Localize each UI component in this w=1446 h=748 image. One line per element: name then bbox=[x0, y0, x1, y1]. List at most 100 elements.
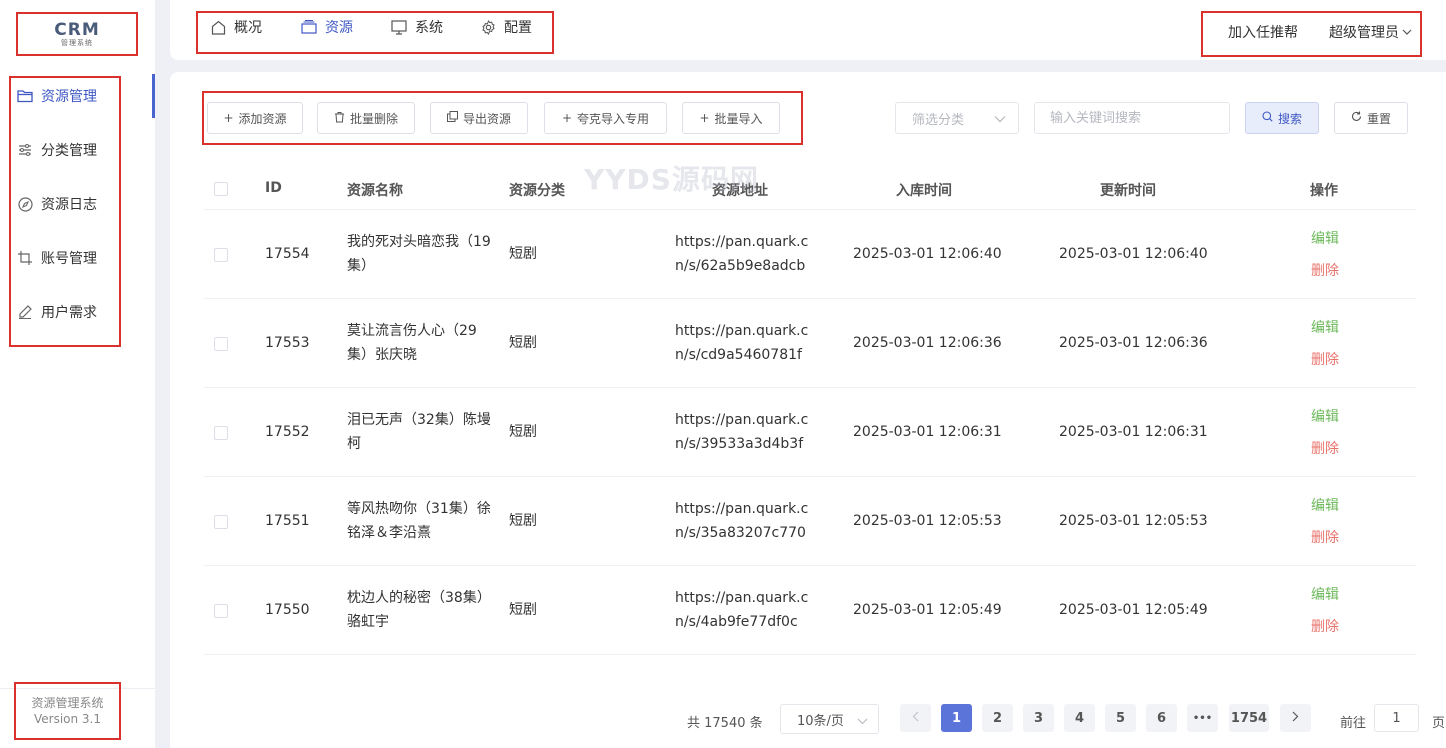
page-button[interactable]: 1754 bbox=[1229, 704, 1269, 732]
sidebar: CRM 管理系统 资源管理 分类管理 资源日志 账号管理 用户需求 资源管理系统 bbox=[0, 0, 155, 748]
category-filter-select[interactable]: 筛选分类 bbox=[895, 102, 1019, 134]
logo[interactable]: CRM 管理系统 bbox=[16, 12, 138, 56]
page-button[interactable]: 5 bbox=[1105, 704, 1136, 732]
cell-updated: 2025-03-01 12:06:31 bbox=[1059, 424, 1208, 440]
delete-link[interactable]: 删除 bbox=[1311, 349, 1339, 369]
tab-resources[interactable]: 资源 bbox=[301, 16, 353, 38]
copy-icon bbox=[446, 111, 458, 125]
column-header-id[interactable]: ID bbox=[265, 180, 282, 196]
cell-updated: 2025-03-01 12:05:53 bbox=[1059, 513, 1208, 529]
cell-category: 短剧 bbox=[509, 424, 537, 440]
cell-created: 2025-03-01 12:05:53 bbox=[853, 513, 1002, 529]
tab-label: 系统 bbox=[415, 20, 443, 36]
cell-created: 2025-03-01 12:05:49 bbox=[853, 602, 1002, 618]
trash-icon bbox=[334, 111, 345, 126]
chevron-right-icon bbox=[1292, 711, 1299, 726]
select-all-checkbox[interactable] bbox=[214, 182, 228, 196]
batch-delete-button[interactable]: 批量删除 bbox=[317, 102, 415, 134]
chevron-left-icon bbox=[912, 711, 919, 726]
plus-icon: + bbox=[561, 111, 573, 125]
page-button[interactable]: 2 bbox=[982, 704, 1013, 732]
column-header-created[interactable]: 入库时间 bbox=[896, 180, 952, 200]
page-button[interactable]: 6 bbox=[1146, 704, 1177, 732]
batch-import-button[interactable]: + 批量导入 bbox=[682, 102, 780, 134]
tab-config[interactable]: 配置 bbox=[481, 16, 532, 38]
quark-import-button[interactable]: + 夸克导入专用 bbox=[544, 102, 667, 134]
edit-link[interactable]: 编辑 bbox=[1311, 317, 1339, 337]
tab-system[interactable]: 系统 bbox=[391, 16, 443, 38]
search-button[interactable]: 搜索 bbox=[1245, 102, 1319, 134]
export-resource-button[interactable]: 导出资源 bbox=[430, 102, 528, 134]
prev-page-button[interactable] bbox=[900, 704, 931, 732]
row-checkbox[interactable] bbox=[214, 426, 228, 440]
cell-updated: 2025-03-01 12:06:40 bbox=[1059, 246, 1208, 262]
page-size-select[interactable]: 10条/页 bbox=[780, 704, 879, 734]
cell-created: 2025-03-01 12:06:31 bbox=[853, 424, 1002, 440]
row-checkbox[interactable] bbox=[214, 515, 228, 529]
delete-link[interactable]: 删除 bbox=[1311, 260, 1339, 280]
button-label: 批量删除 bbox=[349, 111, 398, 126]
cell-id: 17552 bbox=[265, 424, 310, 440]
edit-link[interactable]: 编辑 bbox=[1311, 406, 1339, 426]
sidebar-item-label: 资源管理 bbox=[41, 89, 97, 105]
plus-icon: + bbox=[223, 111, 234, 125]
chevron-down-icon bbox=[994, 112, 1006, 127]
sidebar-item-user-requests[interactable]: 用户需求 bbox=[0, 290, 155, 334]
cell-name: 泪已无声（32集）陈墁柯 bbox=[347, 412, 491, 452]
table-row: 17550 枕边人的秘密（38集）骆虹宇 短剧 https://pan.quar… bbox=[204, 566, 1416, 655]
search-input[interactable] bbox=[1034, 102, 1230, 134]
row-checkbox[interactable] bbox=[214, 604, 228, 618]
tab-label: 资源 bbox=[325, 20, 353, 36]
button-label: 夸克导入专用 bbox=[577, 111, 650, 126]
join-link[interactable]: 加入任推帮 bbox=[1228, 22, 1298, 42]
page-button[interactable]: 1 bbox=[941, 704, 972, 732]
home-icon bbox=[211, 20, 226, 35]
page-button[interactable]: 4 bbox=[1064, 704, 1095, 732]
cell-name: 枕边人的秘密（38集）骆虹宇 bbox=[347, 590, 491, 630]
sidebar-item-account-management[interactable]: 账号管理 bbox=[0, 236, 155, 280]
cell-category: 短剧 bbox=[509, 246, 537, 262]
delete-link[interactable]: 删除 bbox=[1311, 438, 1339, 458]
refresh-icon bbox=[1351, 111, 1362, 125]
pagination: 共 17540 条 10条/页 1 2 3 4 5 6 ••• 1754 前往 … bbox=[170, 698, 1446, 748]
sidebar-item-resource-management[interactable]: 资源管理 bbox=[0, 74, 155, 118]
button-label: 导出资源 bbox=[462, 111, 511, 126]
page-button[interactable]: 3 bbox=[1023, 704, 1054, 732]
monitor-icon bbox=[391, 19, 407, 35]
reset-button[interactable]: 重置 bbox=[1334, 102, 1408, 134]
cell-name: 我的死对头暗恋我（19集） bbox=[347, 234, 491, 274]
add-resource-button[interactable]: + 添加资源 bbox=[207, 102, 303, 134]
cell-url[interactable]: https://pan.quark.cn/s/4ab9fe77df0c bbox=[675, 586, 811, 634]
column-header-category[interactable]: 资源分类 bbox=[509, 180, 565, 200]
cell-url[interactable]: https://pan.quark.cn/s/35a83207c770 bbox=[675, 497, 811, 545]
delete-link[interactable]: 删除 bbox=[1311, 616, 1339, 636]
column-header-name[interactable]: 资源名称 bbox=[347, 180, 403, 200]
more-pages-button[interactable]: ••• bbox=[1187, 704, 1218, 732]
sidebar-item-category-management[interactable]: 分类管理 bbox=[0, 128, 155, 172]
row-checkbox[interactable] bbox=[214, 337, 228, 351]
edit-link[interactable]: 编辑 bbox=[1311, 228, 1339, 248]
button-label: 搜索 bbox=[1277, 111, 1302, 126]
cell-url[interactable]: https://pan.quark.cn/s/39533a3d4b3f bbox=[675, 408, 811, 456]
tab-label: 配置 bbox=[504, 20, 532, 36]
column-header-updated[interactable]: 更新时间 bbox=[1100, 180, 1156, 200]
user-menu[interactable]: 超级管理员 bbox=[1329, 22, 1412, 42]
chevron-down-icon bbox=[1402, 29, 1412, 36]
sidebar-item-label: 资源日志 bbox=[41, 197, 97, 213]
goto-page-input[interactable] bbox=[1374, 704, 1419, 732]
sidebar-item-resource-log[interactable]: 资源日志 bbox=[0, 182, 155, 226]
next-page-button[interactable] bbox=[1280, 704, 1311, 732]
main-panel: + 添加资源 批量删除 导出资源 + 夸克导入专用 + 批量导入 筛选分类 搜索 bbox=[170, 72, 1446, 748]
cell-url[interactable]: https://pan.quark.cn/s/62a5b9e8adcb bbox=[675, 230, 811, 278]
edit-link[interactable]: 编辑 bbox=[1311, 495, 1339, 515]
sidebar-item-label: 分类管理 bbox=[41, 143, 97, 159]
row-checkbox[interactable] bbox=[214, 248, 228, 262]
cell-id: 17553 bbox=[265, 335, 310, 351]
tab-overview[interactable]: 概况 bbox=[211, 16, 262, 38]
cell-category: 短剧 bbox=[509, 513, 537, 529]
compass-icon bbox=[17, 196, 33, 212]
cell-updated: 2025-03-01 12:06:36 bbox=[1059, 335, 1208, 351]
delete-link[interactable]: 删除 bbox=[1311, 527, 1339, 547]
cell-url[interactable]: https://pan.quark.cn/s/cd9a5460781f bbox=[675, 319, 811, 367]
edit-link[interactable]: 编辑 bbox=[1311, 584, 1339, 604]
